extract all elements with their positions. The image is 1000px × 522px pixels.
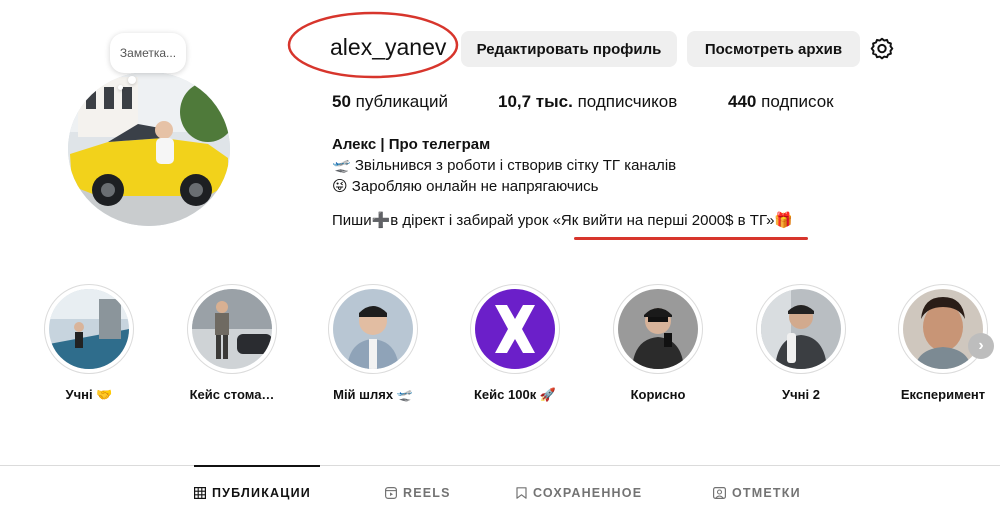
highlight-cover-image (49, 289, 129, 369)
grid-icon (194, 487, 206, 499)
bio-line-1: 🛫 Звільнився з роботи і створив сітку ТГ… (332, 157, 677, 174)
tab-posts[interactable]: ПУБЛИКАЦИИ (194, 486, 311, 500)
highlight-label: Кейс стома… (189, 387, 275, 402)
bio-cta-highlight: «Як вийти на перші 2000$ в ТГ»🎁 (552, 212, 794, 229)
highlight-ring (756, 284, 846, 374)
highlight-story[interactable]: Корисно (598, 284, 718, 402)
bio-cta-prefix: Пиши➕в дірект і забирай урок (332, 212, 553, 229)
stat-followers[interactable]: 10,7 тыс. подписчиков (498, 92, 677, 112)
highlight-ring (328, 284, 418, 374)
profile-username: alex_yanev (330, 34, 447, 60)
followers-label: подписчиков (577, 92, 678, 111)
highlight-story[interactable]: Кейс 100к 🚀 (455, 284, 575, 403)
highlight-story[interactable]: Учні 2 (741, 284, 861, 402)
bookmark-icon (516, 487, 527, 499)
highlight-label: Корисно (630, 387, 686, 402)
note-bubble-tail (128, 76, 136, 84)
view-archive-button[interactable]: Посмотреть архив (687, 31, 860, 67)
following-label: подписок (761, 92, 834, 111)
highlights-next-arrow-icon[interactable]: › (968, 333, 994, 359)
highlight-cover-image (761, 289, 841, 369)
tab-tagged[interactable]: ОТМЕТКИ (713, 486, 801, 500)
red-underline-annotation (574, 237, 808, 240)
highlight-story[interactable]: Кейс стома… (172, 284, 292, 402)
tab-tagged-label: ОТМЕТКИ (732, 486, 801, 500)
highlight-label: Кейс 100к 🚀 (474, 387, 556, 402)
highlight-ring (187, 284, 277, 374)
highlight-ring (613, 284, 703, 374)
profile-avatar[interactable] (68, 72, 230, 226)
highlight-label: Учні 2 (782, 387, 820, 402)
highlight-cover-image (333, 289, 413, 369)
reels-icon (385, 487, 397, 499)
highlight-cover-image (192, 289, 272, 369)
highlight-ring (898, 284, 988, 374)
highlight-label: Експеримент (900, 387, 986, 402)
tab-reels[interactable]: REELS (385, 486, 451, 500)
highlight-cover-image (475, 289, 555, 369)
note-bubble[interactable]: Заметка... (110, 33, 186, 73)
highlight-cover-image (903, 289, 983, 369)
following-count: 440 (728, 92, 757, 111)
posts-label: публикаций (355, 92, 448, 111)
stat-posts: 50 публикаций (332, 92, 448, 112)
tab-saved-label: СОХРАНЕННОЕ (533, 486, 643, 500)
highlight-ring (470, 284, 560, 374)
highlight-story[interactable]: Учні 🤝 (29, 284, 149, 403)
stat-following[interactable]: 440 подписок (728, 92, 834, 112)
active-tab-indicator (194, 465, 320, 467)
followers-count: 10,7 тыс. (498, 92, 573, 111)
highlight-cover-image (618, 289, 698, 369)
highlight-label: Учні 🤝 (65, 387, 113, 402)
settings-gear-icon[interactable] (869, 36, 895, 62)
bio-call-to-action: Пиши➕в дірект і забирай урок «Як вийти н… (332, 211, 793, 229)
bio-name: Алекс | Про телеграм (332, 136, 491, 153)
highlight-ring (44, 284, 134, 374)
tab-posts-label: ПУБЛИКАЦИИ (212, 486, 311, 500)
highlight-label: Мій шлях 🛫 (333, 387, 413, 402)
tagged-icon (713, 487, 726, 499)
edit-profile-button[interactable]: Редактировать профиль (461, 31, 677, 67)
avatar-photo (68, 72, 230, 226)
highlight-story[interactable]: Мій шлях 🛫 (313, 284, 433, 403)
tabs-divider (0, 465, 1000, 466)
note-bubble-tail-small (118, 85, 123, 90)
profile-bio: Алекс | Про телеграм 🛫 Звільнився з робо… (332, 134, 676, 197)
posts-count: 50 (332, 92, 351, 111)
tab-reels-label: REELS (403, 486, 451, 500)
bio-line-2: 😜 Заробляю онлайн не напрягаючись (332, 178, 599, 195)
tab-saved[interactable]: СОХРАНЕННОЕ (516, 486, 642, 500)
note-bubble-text: Заметка... (119, 46, 177, 60)
